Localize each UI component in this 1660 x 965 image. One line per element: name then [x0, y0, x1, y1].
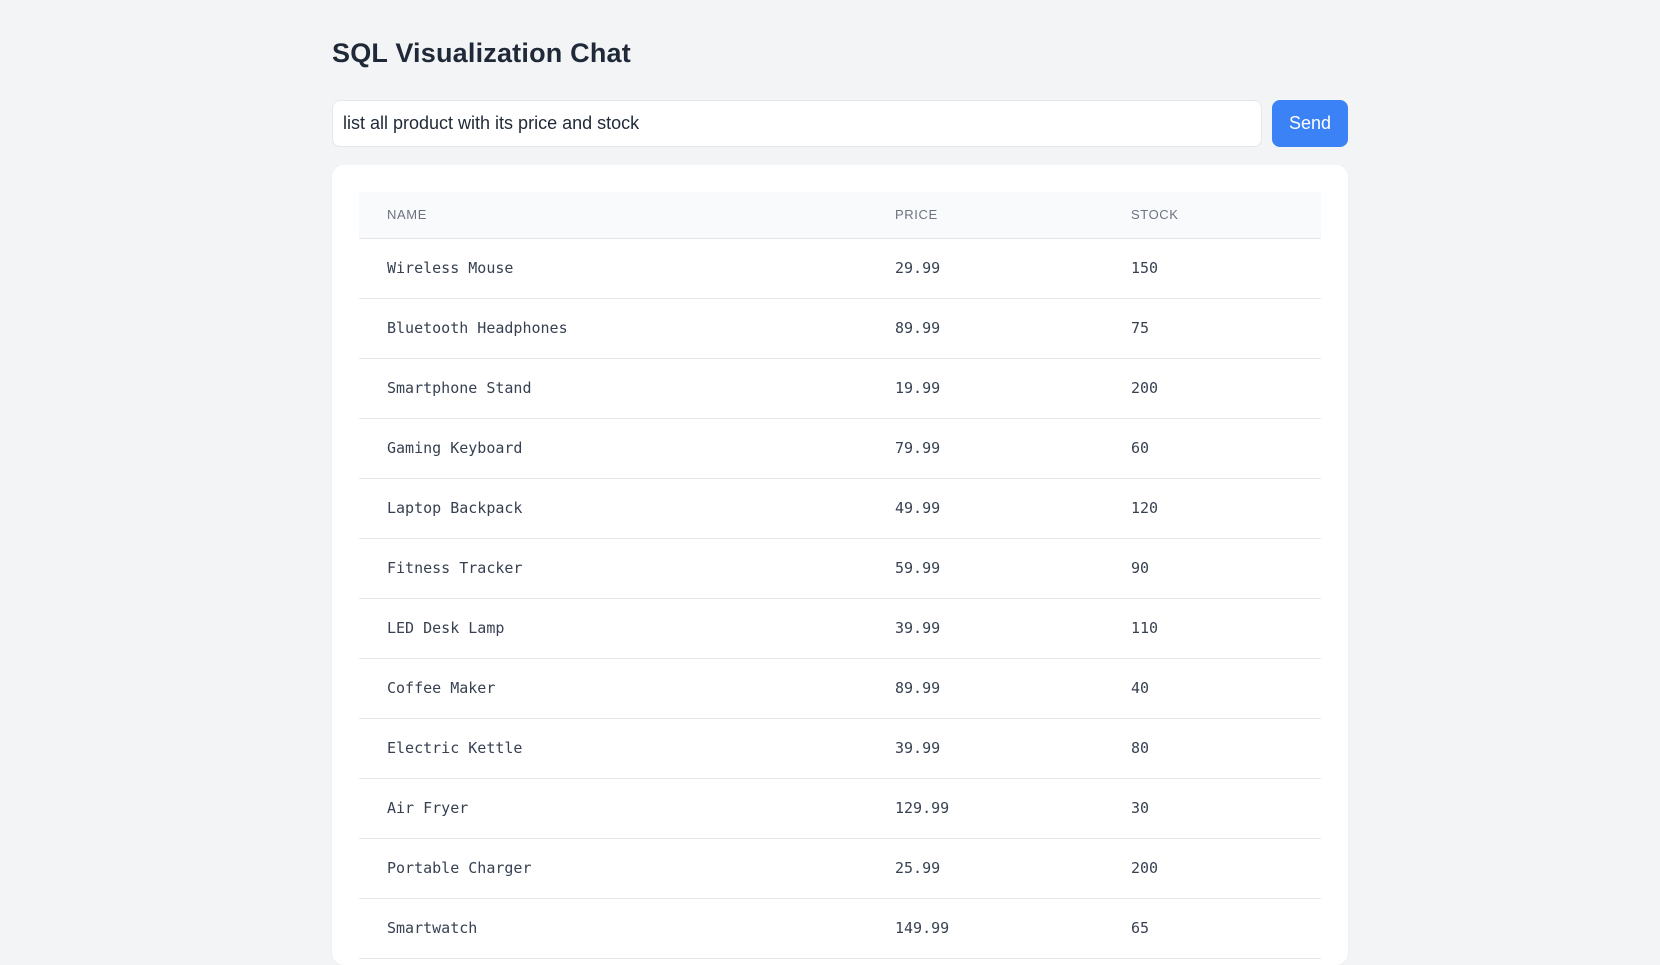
table-row: Laptop Backpack 49.99 120 [359, 478, 1321, 539]
table-row: Air Fryer 129.99 30 [359, 778, 1321, 839]
table-row: Portable Charger 25.99 200 [359, 838, 1321, 899]
cell-stock: 30 [1103, 778, 1321, 839]
table-row: Electric Kettle 39.99 80 [359, 718, 1321, 779]
cell-name: Portable Charger [359, 838, 867, 899]
cell-stock: 150 [1103, 238, 1321, 299]
cell-stock: 200 [1103, 358, 1321, 419]
cell-stock: 80 [1103, 718, 1321, 779]
table-row: Fitness Tracker 59.99 90 [359, 538, 1321, 599]
cell-price: 49.99 [867, 478, 1103, 539]
cell-name: Bluetooth Headphones [359, 298, 867, 359]
cell-name: Gaming Keyboard [359, 418, 867, 479]
cell-price: 129.99 [867, 778, 1103, 839]
cell-name: Wireless Mouse [359, 238, 867, 299]
send-button[interactable]: Send [1272, 100, 1348, 147]
column-header-stock: STOCK [1103, 192, 1321, 239]
table-row: Coffee Maker 89.99 40 [359, 658, 1321, 719]
column-header-price: PRICE [867, 192, 1103, 239]
page-title: SQL Visualization Chat [332, 38, 631, 68]
cell-price: 39.99 [867, 718, 1103, 779]
cell-stock: 65 [1103, 898, 1321, 959]
table-body: Wireless Mouse 29.99 150 Bluetooth Headp… [359, 238, 1321, 959]
query-input[interactable] [332, 100, 1262, 147]
result-table: NAME PRICE STOCK Wireless Mouse 29.99 15… [359, 192, 1321, 959]
column-header-name: NAME [359, 192, 867, 239]
table-row: LED Desk Lamp 39.99 110 [359, 598, 1321, 659]
table-row: Wireless Mouse 29.99 150 [359, 238, 1321, 299]
cell-stock: 60 [1103, 418, 1321, 479]
cell-stock: 75 [1103, 298, 1321, 359]
cell-name: Smartphone Stand [359, 358, 867, 419]
cell-name: Smartwatch [359, 898, 867, 959]
cell-price: 79.99 [867, 418, 1103, 479]
table-row: Smartwatch 149.99 65 [359, 898, 1321, 959]
cell-name: Fitness Tracker [359, 538, 867, 599]
table-row: Gaming Keyboard 79.99 60 [359, 418, 1321, 479]
result-card: NAME PRICE STOCK Wireless Mouse 29.99 15… [332, 165, 1348, 965]
cell-price: 89.99 [867, 298, 1103, 359]
cell-stock: 40 [1103, 658, 1321, 719]
cell-price: 19.99 [867, 358, 1103, 419]
cell-name: Laptop Backpack [359, 478, 867, 539]
cell-stock: 200 [1103, 838, 1321, 899]
cell-price: 29.99 [867, 238, 1103, 299]
cell-name: LED Desk Lamp [359, 598, 867, 659]
table-header-row: NAME PRICE STOCK [359, 192, 1321, 239]
cell-name: Coffee Maker [359, 658, 867, 719]
cell-stock: 90 [1103, 538, 1321, 599]
cell-price: 89.99 [867, 658, 1103, 719]
cell-price: 149.99 [867, 898, 1103, 959]
table-row: Smartphone Stand 19.99 200 [359, 358, 1321, 419]
cell-price: 59.99 [867, 538, 1103, 599]
cell-price: 25.99 [867, 838, 1103, 899]
cell-stock: 120 [1103, 478, 1321, 539]
cell-name: Air Fryer [359, 778, 867, 839]
query-bar: Send [332, 100, 1348, 147]
cell-name: Electric Kettle [359, 718, 867, 779]
cell-price: 39.99 [867, 598, 1103, 659]
table-row: Bluetooth Headphones 89.99 75 [359, 298, 1321, 359]
cell-stock: 110 [1103, 598, 1321, 659]
